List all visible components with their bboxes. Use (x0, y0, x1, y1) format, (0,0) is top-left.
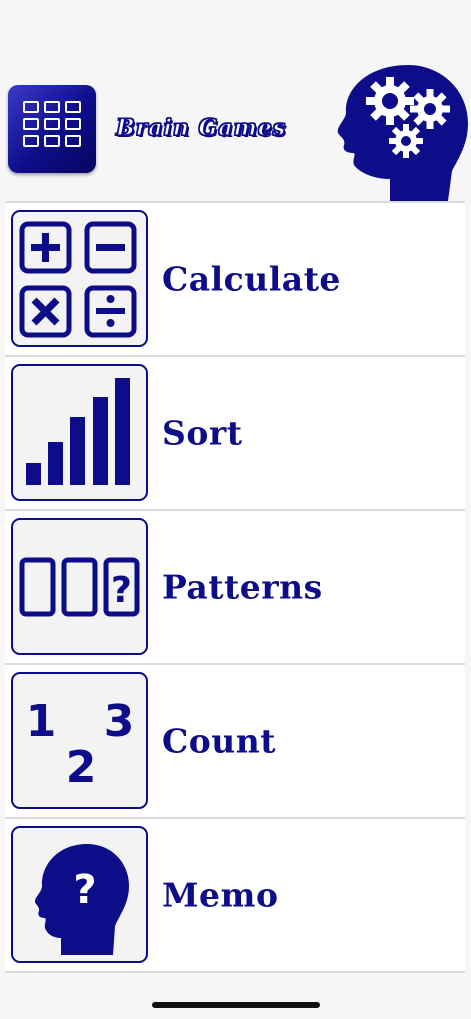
menu-item-label: Calculate (162, 259, 341, 299)
calculator-operators-icon (11, 210, 148, 347)
home-indicator[interactable] (152, 1002, 320, 1008)
game-menu: Calculate Sort ? Patterns 1 2 3 Count ? … (5, 201, 465, 973)
ascending-bars-icon (11, 364, 148, 501)
menu-item-label: Sort (162, 413, 243, 453)
svg-text:3: 3 (104, 696, 135, 747)
menu-item-label: Memo (162, 875, 279, 915)
head-gears-icon (337, 65, 468, 201)
svg-text:1: 1 (26, 696, 57, 747)
pattern-cards-icon: ? (11, 518, 148, 655)
app-title: Brain Games (115, 114, 287, 141)
grid-icon[interactable] (8, 85, 96, 173)
svg-text:2: 2 (66, 742, 97, 793)
svg-text:?: ? (111, 570, 132, 611)
menu-item-calculate[interactable]: Calculate (5, 201, 465, 357)
svg-text:?: ? (73, 867, 96, 913)
menu-item-label: Patterns (162, 567, 323, 607)
menu-item-sort[interactable]: Sort (5, 357, 465, 511)
menu-item-patterns[interactable]: ? Patterns (5, 511, 465, 665)
app-header: Brain Games (0, 55, 471, 201)
numbers-123-icon: 1 2 3 (11, 672, 148, 809)
head-question-icon: ? (11, 826, 148, 963)
menu-item-label: Count (162, 721, 277, 761)
menu-item-count[interactable]: 1 2 3 Count (5, 665, 465, 819)
menu-item-memo[interactable]: ? Memo (5, 819, 465, 973)
